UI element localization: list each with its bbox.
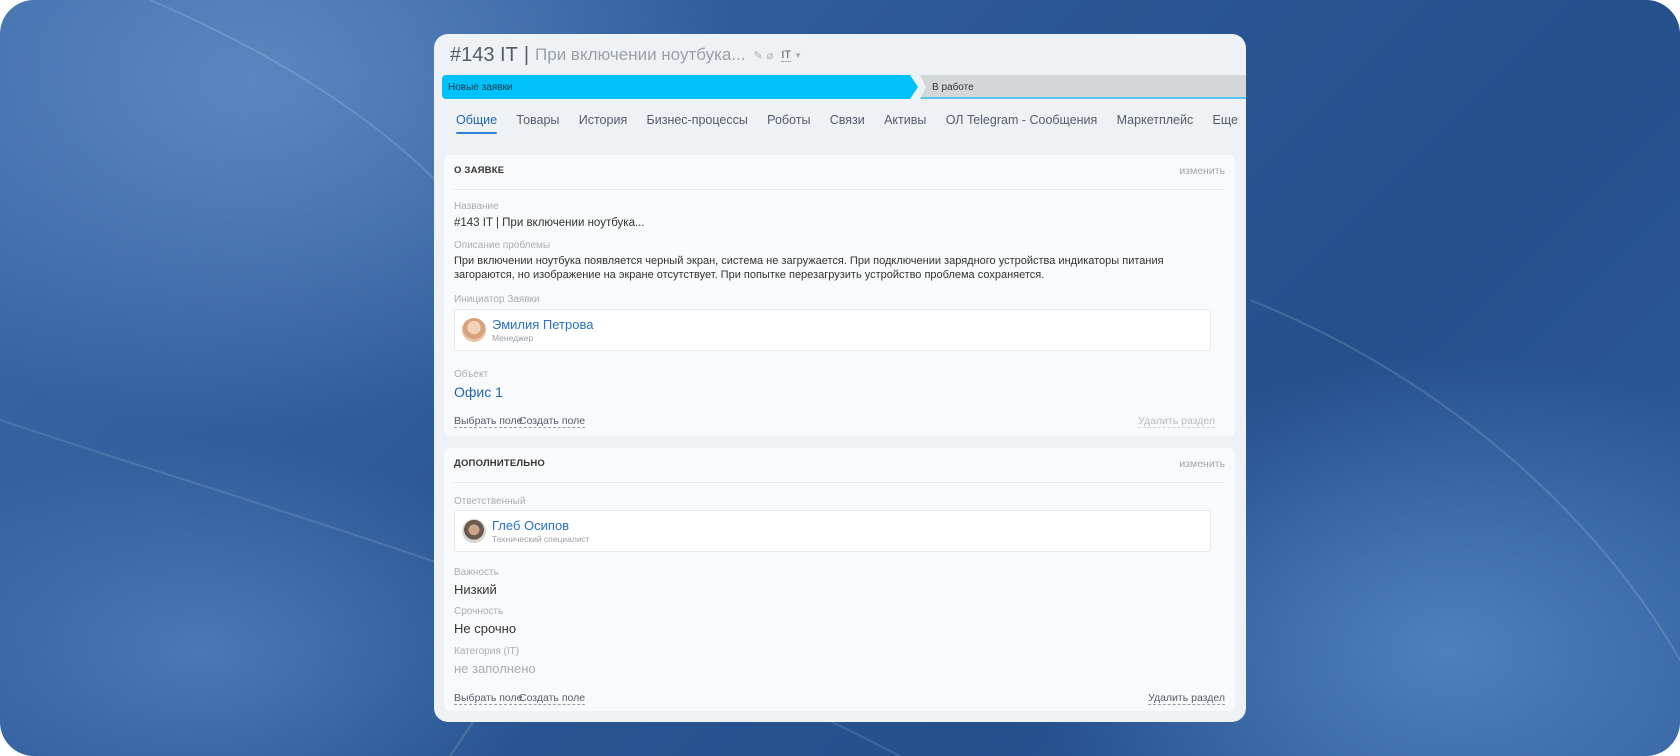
responsible-name[interactable]: Глеб Осипов (492, 518, 569, 533)
importance-value: Низкий (454, 582, 497, 597)
description-label: Описание проблемы (454, 240, 551, 251)
divider (454, 482, 1225, 483)
responsible-role: Технический специалист (492, 534, 590, 544)
urgency-label: Срочность (454, 606, 504, 617)
edit-section-button[interactable]: изменить (1179, 458, 1225, 470)
object-label: Объект (454, 369, 489, 380)
create-field-link[interactable]: Создать поле (519, 688, 586, 706)
category-value: не заполнено (454, 661, 536, 676)
pencil-icon[interactable]: ✎ (754, 49, 763, 62)
responsible-card[interactable]: Глеб Осипов Технический специалист (454, 510, 1211, 552)
stage-bar: Новые заявки В работе (442, 75, 1246, 99)
avatar (462, 519, 486, 543)
tab-business-processes[interactable]: Бизнес-процессы (647, 108, 748, 134)
tab-links[interactable]: Связи (830, 108, 865, 134)
delete-section-label[interactable]: Удалить раздел (1148, 692, 1225, 705)
delete-section-link[interactable]: Удалить раздел (1148, 688, 1225, 706)
background-swirl (1249, 299, 1680, 661)
tab-telegram-messages[interactable]: ОЛ Telegram - Сообщения (946, 108, 1098, 134)
delete-section-link[interactable]: Удалить раздел (1138, 411, 1215, 429)
create-field-link[interactable]: Создать поле (519, 411, 586, 429)
paperclip-icon[interactable]: ⌀ (767, 49, 774, 62)
select-field-link[interactable]: Выбрать поле (454, 411, 523, 429)
create-field-label[interactable]: Создать поле (519, 692, 586, 705)
create-field-label[interactable]: Создать поле (519, 415, 586, 428)
ticket-id: #143 IT (450, 43, 518, 66)
title-separator: | (523, 43, 530, 66)
description-value: При включении ноутбука появляется черный… (454, 255, 1164, 281)
tab-general[interactable]: Общие (456, 108, 498, 134)
category-label: Категория (IT) (454, 646, 520, 657)
tab-robots[interactable]: Роботы (767, 108, 810, 134)
tab-assets[interactable]: Активы (884, 108, 926, 134)
name-label: Название (454, 201, 499, 212)
initiator-role: Менеджер (492, 333, 534, 343)
section-title: О ЗАЯВКЕ (454, 165, 505, 176)
object-link[interactable]: Офис 1 (454, 384, 503, 400)
chevron-down-icon[interactable]: ▼ (794, 51, 802, 60)
initiator-card[interactable]: Эмилия Петрова Менеджер (454, 309, 1211, 351)
stage-in-progress[interactable]: В работе (920, 75, 1246, 99)
importance-label: Важность (454, 567, 499, 578)
ticket-name: При включении ноутбука... (535, 45, 746, 64)
name-value: #143 IT | При включении ноутбука... (454, 217, 645, 229)
tab-history[interactable]: История (579, 108, 627, 134)
tab-products[interactable]: Товары (516, 108, 559, 134)
edit-section-button[interactable]: изменить (1179, 165, 1225, 177)
ticket-panel: #143 IT | При включении ноутбука... ✎ ⌀ … (434, 34, 1246, 722)
tab-marketplace[interactable]: Маркетплейс (1117, 108, 1194, 134)
select-field-label[interactable]: Выбрать поле (454, 415, 523, 428)
about-section: О ЗАЯВКЕ изменить Название #143 IT | При… (444, 155, 1235, 436)
stage-new[interactable]: Новые заявки (442, 75, 918, 99)
select-field-link[interactable]: Выбрать поле (454, 688, 523, 706)
ticket-title: #143 IT | При включении ноутбука... ✎ ⌀ … (450, 38, 802, 72)
tab-bar: Общие Товары История Бизнес-процессы Роб… (456, 108, 1238, 134)
divider (454, 189, 1225, 190)
initiator-label: Инициатор Заявки (454, 294, 540, 305)
select-field-label[interactable]: Выбрать поле (454, 692, 523, 705)
urgency-value: Не срочно (454, 621, 517, 636)
additional-section: ДОПОЛНИТЕЛЬНО изменить Ответственный Гле… (444, 448, 1235, 711)
category-selector[interactable]: IT (781, 49, 792, 62)
section-title: ДОПОЛНИТЕЛЬНО (454, 458, 545, 469)
initiator-name[interactable]: Эмилия Петрова (492, 317, 593, 332)
avatar (462, 318, 486, 342)
responsible-label: Ответственный (454, 496, 526, 507)
tab-more[interactable]: Еще (1213, 108, 1238, 134)
delete-section-label[interactable]: Удалить раздел (1138, 415, 1215, 428)
